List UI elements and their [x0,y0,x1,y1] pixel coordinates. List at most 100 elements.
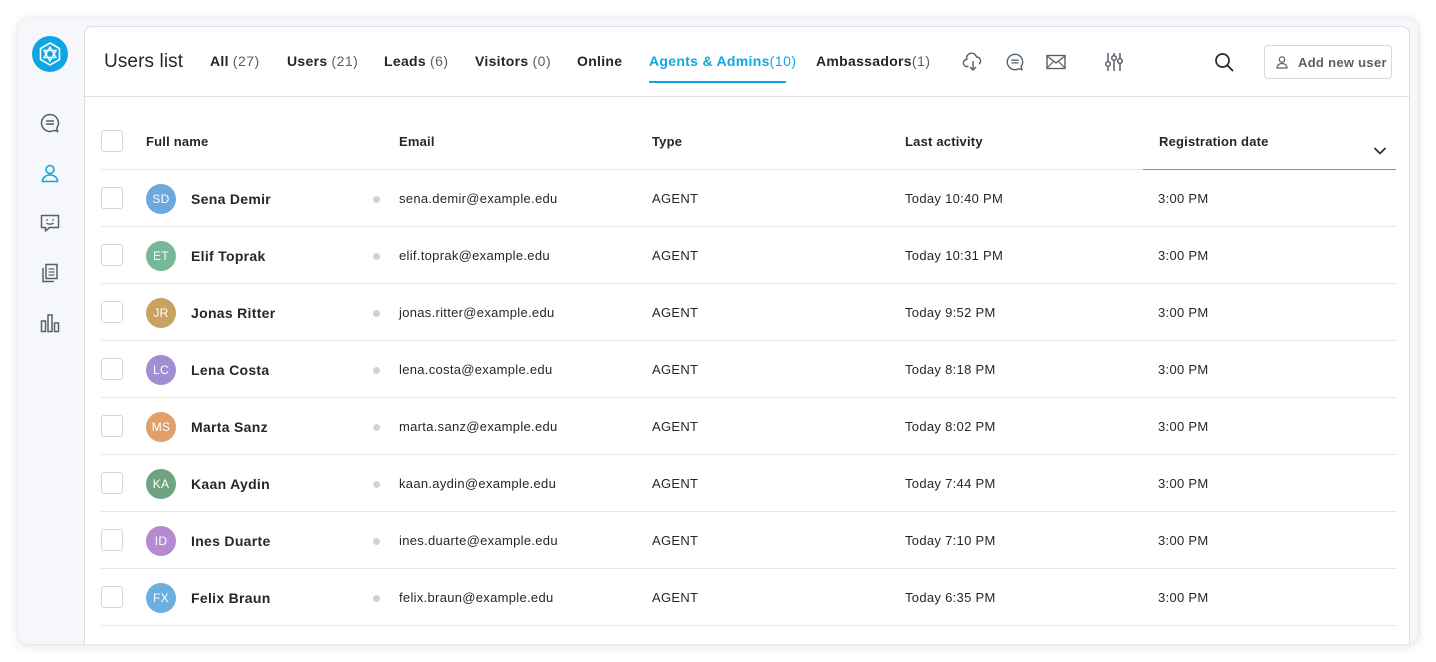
row-checkbox[interactable] [101,586,123,608]
bar-chart-icon[interactable] [38,311,62,335]
user-type: AGENT [652,476,699,491]
table-row[interactable]: ET Elif Toprak elif.toprak@example.edu AGEN… [101,227,1396,284]
user-type: AGENT [652,533,699,548]
user-name[interactable]: Jonas Ritter [191,305,276,321]
row-checkbox[interactable] [101,358,123,380]
column-header-email[interactable]: Email [399,134,435,149]
user-last-activity: Today 8:02 PM [905,419,996,434]
status-dot [373,424,380,431]
column-header-registration-date[interactable]: Registration date [1159,134,1269,149]
tab-label: Users [287,53,328,69]
user-name[interactable]: Marta Sanz [191,419,268,435]
status-dot [373,481,380,488]
tab-online[interactable]: Online [577,53,622,69]
row-checkbox[interactable] [101,415,123,437]
table-row[interactable]: LC Lena Costa lena.costa@example.edu AGENT T… [101,341,1396,398]
user-email: sena.demir@example.edu [399,191,558,206]
table-row[interactable]: ID Ines Duarte ines.duarte@example.edu AGEN… [101,512,1396,569]
user-email: elif.toprak@example.edu [399,248,550,263]
add-user-button[interactable]: Add new user [1264,45,1392,79]
search-icon[interactable] [1213,51,1235,73]
user-type: AGENT [652,419,699,434]
user-name[interactable]: Kaan Aydin [191,476,270,492]
user-name[interactable]: Ines Duarte [191,533,271,549]
table-row[interactable]: FX Felix Braun felix.braun@example.edu AGEN… [101,569,1396,626]
avatar: JR [146,298,176,328]
user-registration-date: 3:00 PM [1158,362,1209,377]
user-registration-date: 3:00 PM [1158,305,1209,320]
row-checkbox[interactable] [101,244,123,266]
table-row[interactable]: MS Marta Sanz marta.sanz@example.edu AGENT T… [101,398,1396,455]
column-header-full-name[interactable]: Full name [146,134,208,149]
user-registration-date: 3:00 PM [1158,476,1209,491]
avatar: MS [146,412,176,442]
user-last-activity: Today 10:40 PM [905,191,1004,206]
filter-sliders-icon[interactable] [1103,51,1125,73]
active-tab-indicator [649,81,786,83]
user-type: AGENT [652,362,699,377]
tab-leads[interactable]: Leads (6) [384,53,449,69]
user-name[interactable]: Lena Costa [191,362,269,378]
user-email: marta.sanz@example.edu [399,419,558,434]
header: Users list All (27) Users (21) Leads (6) Vi… [85,27,1409,97]
add-user-label: Add new user [1298,55,1387,70]
app-window: Users list All (27) Users (21) Leads (6) Vi… [18,18,1418,644]
hexagon-logo-icon[interactable] [32,36,68,72]
table-row[interactable]: SD Sena Demir sena.demir@example.edu AGENT T… [101,170,1396,227]
user-email: kaan.aydin@example.edu [399,476,557,491]
select-all-checkbox[interactable] [101,130,123,152]
column-header-last-activity[interactable]: Last activity [905,134,983,149]
cloud-download-icon[interactable] [962,51,984,73]
table-row[interactable]: JR Jonas Ritter jonas.ritter@example.edu AG… [101,284,1396,341]
chat-bubble-icon[interactable] [38,111,62,135]
user-last-activity: Today 6:35 PM [905,590,996,605]
column-header-type[interactable]: Type [652,134,682,149]
tab-count: (27) [232,53,260,69]
status-dot [373,538,380,545]
user-registration-date: 3:00 PM [1158,248,1209,263]
chevron-down-icon[interactable] [1373,143,1387,161]
status-dot [373,196,380,203]
user-type: AGENT [652,248,699,263]
user-registration-date: 3:00 PM [1158,590,1209,605]
row-checkbox[interactable] [101,301,123,323]
tab-count: (6) [429,53,449,69]
user-icon [1275,55,1289,74]
tab-all[interactable]: All (27) [210,53,260,69]
user-email: ines.duarte@example.edu [399,533,558,548]
chat-bubble-icon[interactable] [1004,51,1026,73]
tab-agents-admins[interactable]: Agents & Admins(10) [649,53,797,69]
status-dot [373,367,380,374]
sidebar [18,18,84,644]
table-row[interactable]: KA Kaan Aydin kaan.aydin@example.edu AGENT T… [101,455,1396,512]
tab-visitors[interactable]: Visitors (0) [475,53,551,69]
user-name[interactable]: Felix Braun [191,590,271,606]
tab-label: Visitors [475,53,529,69]
user-last-activity: Today 7:10 PM [905,533,996,548]
user-last-activity: Today 9:52 PM [905,305,996,320]
documents-icon[interactable] [38,261,62,285]
smiley-chat-icon[interactable] [38,211,62,235]
status-dot [373,310,380,317]
tab-label: Agents & Admins [649,53,770,69]
user-name[interactable]: Sena Demir [191,191,271,207]
user-type: AGENT [652,590,699,605]
page-title: Users list [104,51,184,72]
tab-users[interactable]: Users (21) [287,53,358,69]
users-panel: Users list All (27) Users (21) Leads (6) Vi… [84,26,1410,644]
row-checkbox[interactable] [101,187,123,209]
tab-ambassadors[interactable]: Ambassadors(1) [816,53,931,69]
user-registration-date: 3:00 PM [1158,419,1209,434]
row-checkbox[interactable] [101,472,123,494]
envelope-icon[interactable] [1045,51,1067,73]
user-email: jonas.ritter@example.edu [399,305,555,320]
user-last-activity: Today 10:31 PM [905,248,1004,263]
avatar: LC [146,355,176,385]
user-icon[interactable] [38,161,62,185]
tab-label: Online [577,53,623,69]
user-name[interactable]: Elif Toprak [191,248,266,264]
row-checkbox[interactable] [101,529,123,551]
user-last-activity: Today 7:44 PM [905,476,996,491]
tab-label: Leads [384,53,426,69]
tab-label: All [210,53,229,69]
